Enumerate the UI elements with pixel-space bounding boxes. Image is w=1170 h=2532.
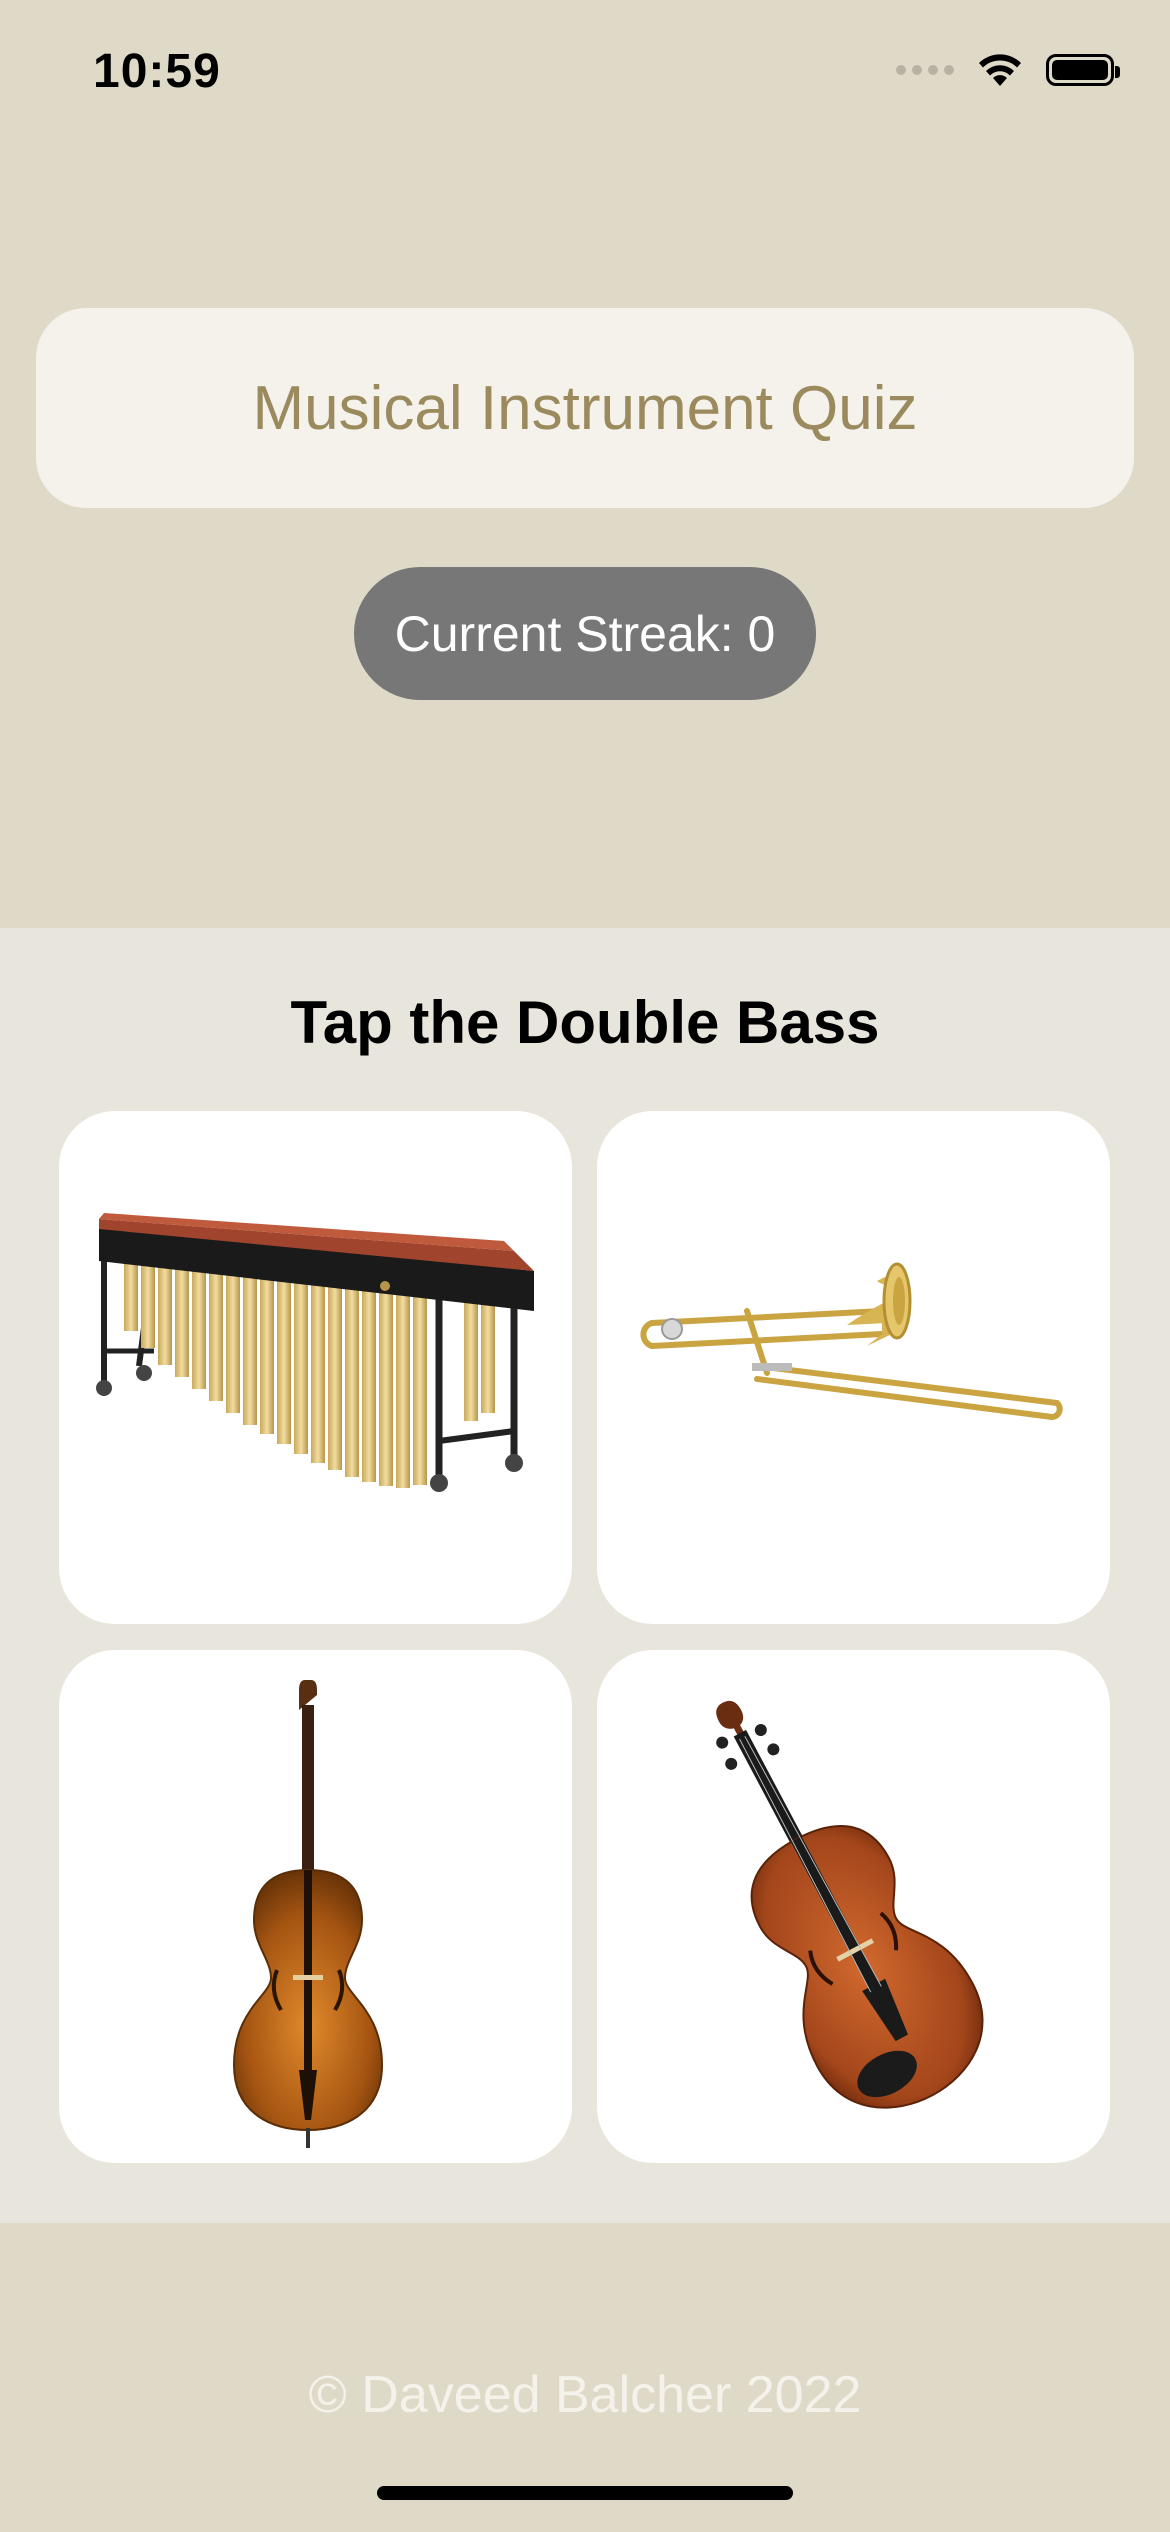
- copyright-footer: © Daveed Balcher 2022: [308, 2366, 862, 2424]
- title-card: Musical Instrument Quiz: [36, 308, 1134, 508]
- cellular-signal-icon: [896, 65, 954, 75]
- wifi-icon: [979, 54, 1021, 86]
- trombone-image: [640, 1262, 1063, 1420]
- status-icons: [896, 52, 1120, 88]
- violin-image: [716, 1700, 984, 2109]
- choice-trombone[interactable]: [597, 1111, 1110, 1624]
- streak-badge: Current Streak: 0: [354, 567, 816, 700]
- page-title: Musical Instrument Quiz: [252, 373, 918, 443]
- battery-icon: [1046, 54, 1120, 86]
- status-time: 10:59: [93, 45, 221, 98]
- choice-double-bass[interactable]: [59, 1650, 572, 2163]
- quiz-panel: Tap the Double Bass: [0, 928, 1170, 2223]
- choice-marimba[interactable]: [59, 1111, 572, 1624]
- quiz-prompt: Tap the Double Bass: [290, 989, 880, 1056]
- double-bass-image: [232, 1680, 384, 2148]
- streak-label: Current Streak: 0: [394, 605, 776, 662]
- status-bar: 10:59: [0, 0, 1170, 150]
- marimba-image: [96, 1213, 534, 1492]
- home-indicator[interactable]: [377, 2486, 793, 2500]
- choice-violin[interactable]: [597, 1650, 1110, 2163]
